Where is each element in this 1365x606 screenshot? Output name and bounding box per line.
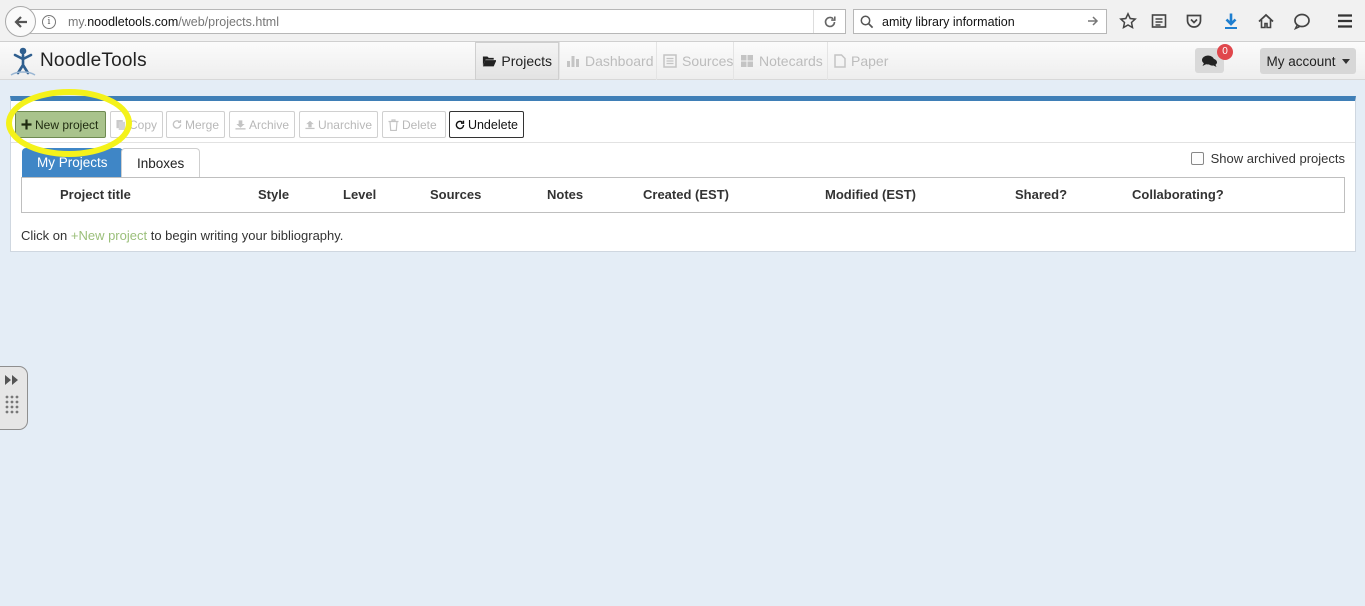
nav-tab-label: Projects (501, 53, 552, 69)
bar-chart-icon (567, 56, 579, 67)
unarchive-icon (305, 120, 315, 130)
refresh-icon (172, 119, 182, 129)
reload-icon[interactable] (813, 10, 845, 33)
copy-label: Copy (128, 117, 157, 132)
merge-label: Merge (184, 117, 219, 132)
rotate-icon (455, 120, 465, 129)
nav-tab-notecards[interactable]: Notecards (733, 42, 829, 80)
column-sources[interactable]: Sources (430, 178, 481, 212)
account-label: My account (1266, 53, 1336, 69)
reading-list-icon[interactable] (1149, 11, 1169, 31)
tab-inboxes[interactable]: Inboxes (121, 148, 201, 177)
search-icon (860, 15, 874, 28)
column-modified[interactable]: Modified (EST) (825, 178, 916, 212)
column-style[interactable]: Style (258, 178, 289, 212)
column-shared[interactable]: Shared? (1015, 178, 1067, 212)
logo-text: NoodleTools (40, 50, 147, 71)
nav-tab-label: Sources (682, 53, 734, 69)
undelete-button[interactable]: Undelete (449, 111, 524, 138)
browser-toolbar: i my.noodletools.com/web/projects.html a… (0, 0, 1365, 42)
arrow-right-icon[interactable] (1086, 14, 1100, 28)
archive-label: Archive (248, 117, 289, 132)
home-icon[interactable] (1256, 11, 1276, 31)
delete-label: Delete (402, 117, 437, 132)
grid-icon (741, 55, 753, 67)
nav-tab-label: Notecards (759, 53, 823, 69)
nav-tab-sources[interactable]: Sources (656, 42, 739, 80)
nav-tab-label: Paper (851, 53, 889, 69)
highlight-circle (6, 89, 132, 157)
column-created[interactable]: Created (EST) (643, 178, 729, 212)
comments-icon (1202, 55, 1217, 67)
drag-grip-icon (5, 395, 19, 414)
star-icon[interactable] (1118, 11, 1138, 31)
delete-button[interactable]: Delete (382, 111, 446, 138)
nav-tab-dashboard[interactable]: Dashboard (559, 42, 660, 80)
address-url: my.noodletools.com/web/projects.html (68, 14, 279, 29)
search-input[interactable]: amity library information (853, 9, 1107, 34)
new-project-link[interactable]: +New project (71, 228, 147, 243)
show-archived-label: Show archived projects (1210, 151, 1345, 166)
address-bar[interactable]: i my.noodletools.com/web/projects.html (30, 9, 846, 34)
toolbar-divider (11, 142, 1355, 143)
folder-open-icon (482, 56, 497, 67)
show-archived-checkbox[interactable] (1190, 152, 1204, 165)
unarchive-label: Unarchive (317, 117, 372, 132)
trash-icon (388, 118, 399, 131)
archive-icon (235, 120, 246, 130)
projects-panel: New project Copy Merge Archive Unarchive… (10, 96, 1356, 252)
pocket-icon[interactable] (1184, 11, 1204, 31)
noodletools-logo[interactable]: NoodleTools (10, 46, 147, 76)
projects-table-header: Project title Style Level Sources Notes … (21, 177, 1345, 213)
side-panel-handle[interactable] (0, 366, 28, 430)
arrow-left-icon (13, 15, 27, 28)
search-query: amity library information (882, 14, 1015, 29)
column-notes[interactable]: Notes (547, 178, 583, 212)
logo-figure-icon (10, 47, 36, 76)
archive-button[interactable]: Archive (229, 111, 295, 138)
nav-tab-paper[interactable]: Paper (827, 42, 894, 80)
column-project-title[interactable]: Project title (60, 178, 131, 212)
nav-tab-label: Dashboard (585, 53, 654, 69)
column-collaborating[interactable]: Collaborating? (1132, 178, 1224, 212)
chat-bubble-icon[interactable] (1292, 11, 1312, 31)
empty-state-message: Click on +New project to begin writing y… (21, 228, 344, 243)
unarchive-button[interactable]: Unarchive (299, 111, 378, 138)
column-level[interactable]: Level (343, 178, 376, 212)
caret-down-icon (1341, 58, 1350, 64)
document-icon (834, 54, 846, 68)
download-icon[interactable] (1221, 11, 1241, 31)
list-icon (663, 54, 677, 68)
back-button[interactable] (5, 6, 36, 37)
merge-button[interactable]: Merge (166, 111, 225, 138)
nav-tab-projects[interactable]: Projects (475, 42, 559, 80)
hamburger-menu-icon[interactable] (1335, 11, 1355, 31)
double-chevron-right-icon (5, 375, 18, 385)
show-archived-toggle[interactable]: Show archived projects (1190, 151, 1345, 166)
undelete-label: Undelete (467, 117, 518, 132)
site-info-icon[interactable]: i (42, 14, 56, 29)
my-account-button[interactable]: My account (1260, 48, 1356, 74)
app-header: NoodleTools Projects Dashboard Sources N… (0, 42, 1365, 80)
notification-badge: 0 (1217, 44, 1233, 60)
